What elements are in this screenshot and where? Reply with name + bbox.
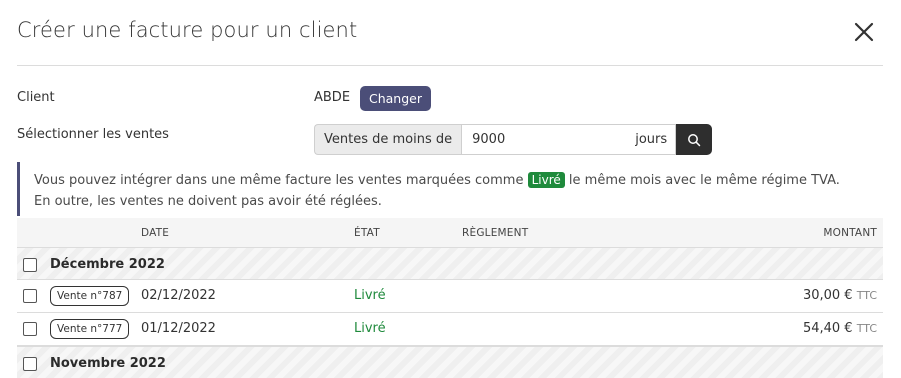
search-button[interactable] <box>676 124 713 155</box>
info-line-1: Vous pouvez intégrer dans une même factu… <box>34 172 840 188</box>
row-status: Livré <box>354 321 386 336</box>
close-icon[interactable] <box>850 18 878 46</box>
info-callout: Vous pouvez intégrer dans une même factu… <box>17 162 883 216</box>
group-label: Novembre 2022 <box>50 356 166 371</box>
days-unit: jours <box>635 132 668 147</box>
header-divider <box>17 65 883 66</box>
days-input[interactable]: 9000 jours <box>461 124 677 155</box>
sales-table: DATE ÉTAT RÈGLEMENT MONTANT Décembre 202… <box>17 218 883 378</box>
change-client-button[interactable]: Changer <box>360 86 431 111</box>
modal-title: Créer une facture pour un client <box>17 18 358 42</box>
group-checkbox[interactable] <box>23 258 37 272</box>
sales-prefix: Ventes de moins de <box>314 124 462 155</box>
group-checkbox[interactable] <box>23 357 37 371</box>
sale-reference-link[interactable]: Vente n°787 <box>50 286 130 306</box>
header-reglement: RÈGLEMENT <box>462 227 529 239</box>
row-status: Livré <box>354 288 386 303</box>
group-row: Décembre 2022 <box>17 247 883 280</box>
table-row: Vente n°777 01/12/2022 Livré 54,40 € TTC <box>17 313 883 346</box>
row-date: 01/12/2022 <box>141 321 216 336</box>
header-etat: ÉTAT <box>354 227 380 239</box>
group-label: Décembre 2022 <box>50 257 165 272</box>
row-checkbox[interactable] <box>23 322 37 336</box>
sale-reference-link[interactable]: Vente n°777 <box>50 319 130 339</box>
sales-label: Sélectionner les ventes <box>17 127 169 142</box>
row-amount: 54,40 € TTC <box>802 321 877 336</box>
days-input-value: 9000 <box>472 132 506 147</box>
table-header: DATE ÉTAT RÈGLEMENT MONTANT <box>17 218 883 247</box>
search-icon <box>688 133 701 146</box>
group-row: Novembre 2022 <box>17 346 883 378</box>
client-label: Client <box>17 90 55 105</box>
row-amount: 30,00 € TTC <box>802 288 877 303</box>
header-date: DATE <box>141 227 170 239</box>
header-montant: MONTANT <box>823 227 877 239</box>
status-badge: Livré <box>527 172 565 188</box>
row-checkbox[interactable] <box>23 289 37 303</box>
row-date: 02/12/2022 <box>141 288 216 303</box>
info-line-2: En outre, les ventes ne doivent pas avoi… <box>34 194 382 209</box>
client-value: ABDE <box>314 90 351 105</box>
table-row: Vente n°787 02/12/2022 Livré 30,00 € TTC <box>17 280 883 313</box>
sales-filter-group: Ventes de moins de 9000 jours <box>314 124 713 155</box>
